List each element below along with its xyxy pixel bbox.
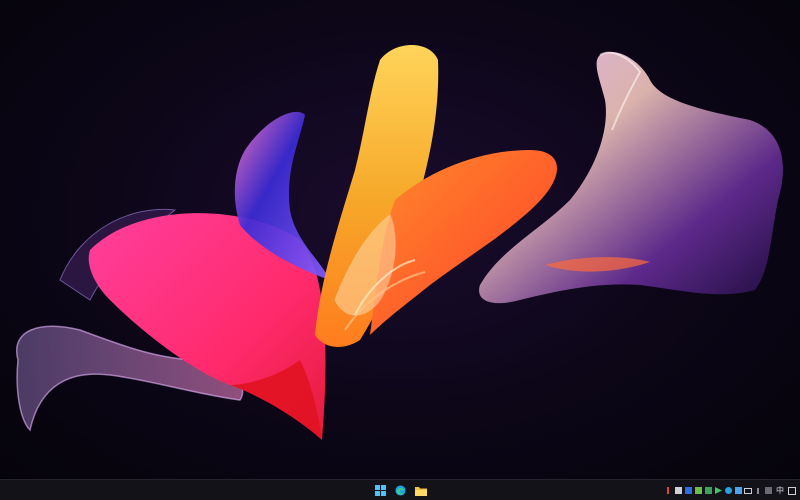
app-tray-icon[interactable] [684, 487, 692, 495]
folder-icon [414, 481, 427, 500]
windows-logo-icon [375, 481, 386, 500]
taskbar-pinned-apps [372, 482, 429, 499]
file-explorer-button[interactable] [412, 482, 429, 499]
taskbar: 中 [0, 479, 800, 500]
app-tray-icon[interactable] [664, 487, 672, 495]
app-tray-icon[interactable] [734, 487, 742, 495]
input-method-indicator[interactable]: 中 [774, 486, 786, 496]
app-tray-icon[interactable] [724, 487, 732, 495]
app-tray-icon[interactable] [704, 487, 712, 495]
edge-browser-icon [395, 481, 406, 500]
volume-icon[interactable] [754, 487, 762, 495]
app-tray-icon[interactable] [674, 487, 682, 495]
app-tray-icon[interactable] [694, 487, 702, 495]
app-tray-icon[interactable] [714, 487, 722, 495]
wallpaper-image [15, 45, 783, 440]
keyboard-icon[interactable] [744, 487, 752, 495]
system-tray: 中 [664, 483, 796, 498]
start-button[interactable] [372, 482, 389, 499]
desktop[interactable] [0, 0, 800, 479]
app-tray-icon[interactable] [764, 487, 772, 495]
notification-icon[interactable] [788, 486, 796, 495]
edge-button[interactable] [392, 482, 409, 499]
